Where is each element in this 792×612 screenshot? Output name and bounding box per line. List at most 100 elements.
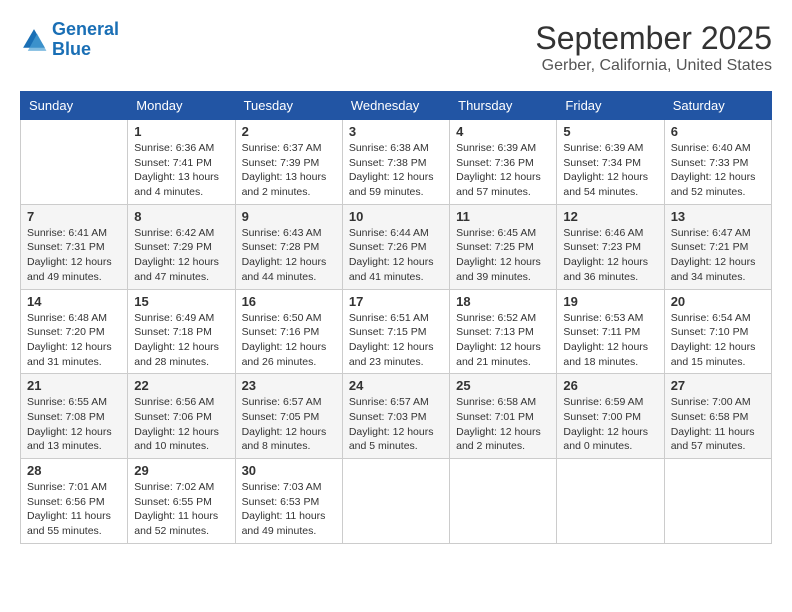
day-number: 3 xyxy=(349,124,443,139)
day-number: 25 xyxy=(456,378,550,393)
weekday-header: Friday xyxy=(557,92,664,120)
calendar-cell: 1 Sunrise: 6:36 AMSunset: 7:41 PMDaylight… xyxy=(128,120,235,205)
day-number: 23 xyxy=(242,378,336,393)
calendar-cell: 19 Sunrise: 6:53 AMSunset: 7:11 PMDayligh… xyxy=(557,289,664,374)
calendar-cell: 2 Sunrise: 6:37 AMSunset: 7:39 PMDaylight… xyxy=(235,120,342,205)
day-number: 30 xyxy=(242,463,336,478)
header-row: SundayMondayTuesdayWednesdayThursdayFrid… xyxy=(21,92,772,120)
day-number: 5 xyxy=(563,124,657,139)
calendar-cell: 23 Sunrise: 6:57 AMSunset: 7:05 PMDayligh… xyxy=(235,374,342,459)
day-number: 4 xyxy=(456,124,550,139)
calendar-cell: 3 Sunrise: 6:38 AMSunset: 7:38 PMDaylight… xyxy=(342,120,449,205)
day-info: Sunrise: 7:01 AMSunset: 6:56 PMDaylight:… xyxy=(27,480,121,539)
calendar-cell: 29Sunrise: 7:02 AMSunset: 6:55 PMDayligh… xyxy=(128,459,235,544)
calendar-cell: 13 Sunrise: 6:47 AMSunset: 7:21 PMDayligh… xyxy=(664,204,771,289)
logo-line1: General xyxy=(52,19,119,39)
calendar-table: SundayMondayTuesdayWednesdayThursdayFrid… xyxy=(20,91,772,544)
day-info: Sunrise: 6:42 AMSunset: 7:29 PMDaylight:… xyxy=(134,226,228,285)
weekday-header: Monday xyxy=(128,92,235,120)
weekday-header: Thursday xyxy=(450,92,557,120)
page-title: September 2025 xyxy=(535,20,772,57)
day-number: 28 xyxy=(27,463,121,478)
weekday-header: Sunday xyxy=(21,92,128,120)
calendar-cell: 24 Sunrise: 6:57 AMSunset: 7:03 PMDayligh… xyxy=(342,374,449,459)
day-number: 19 xyxy=(563,294,657,309)
day-number: 20 xyxy=(671,294,765,309)
page-subtitle: Gerber, California, United States xyxy=(535,57,772,75)
day-number: 29 xyxy=(134,463,228,478)
logo-icon xyxy=(20,26,48,54)
calendar-cell: 18 Sunrise: 6:52 AMSunset: 7:13 PMDayligh… xyxy=(450,289,557,374)
day-number: 8 xyxy=(134,209,228,224)
day-number: 10 xyxy=(349,209,443,224)
calendar-cell: 21Sunrise: 6:55 AMSunset: 7:08 PMDayligh… xyxy=(21,374,128,459)
calendar-cell: 12 Sunrise: 6:46 AMSunset: 7:23 PMDayligh… xyxy=(557,204,664,289)
day-info: Sunrise: 6:51 AMSunset: 7:15 PMDaylight:… xyxy=(349,311,443,370)
calendar-cell: 11Sunrise: 6:45 AMSunset: 7:25 PMDayligh… xyxy=(450,204,557,289)
weekday-header: Saturday xyxy=(664,92,771,120)
day-number: 18 xyxy=(456,294,550,309)
calendar-cell: 30 Sunrise: 7:03 AMSunset: 6:53 PMDayligh… xyxy=(235,459,342,544)
day-info: Sunrise: 7:00 AMSunset: 6:58 PMDaylight:… xyxy=(671,395,765,454)
day-number: 11 xyxy=(456,209,550,224)
day-info: Sunrise: 6:50 AMSunset: 7:16 PMDaylight:… xyxy=(242,311,336,370)
day-info: Sunrise: 6:49 AMSunset: 7:18 PMDaylight:… xyxy=(134,311,228,370)
day-info: Sunrise: 6:53 AMSunset: 7:11 PMDaylight:… xyxy=(563,311,657,370)
calendar-cell xyxy=(450,459,557,544)
day-number: 14 xyxy=(27,294,121,309)
calendar-cell xyxy=(557,459,664,544)
calendar-cell: 20 Sunrise: 6:54 AMSunset: 7:10 PMDayligh… xyxy=(664,289,771,374)
calendar-cell xyxy=(664,459,771,544)
calendar-cell xyxy=(342,459,449,544)
day-info: Sunrise: 6:47 AMSunset: 7:21 PMDaylight:… xyxy=(671,226,765,285)
day-number: 24 xyxy=(349,378,443,393)
calendar-cell: 6 Sunrise: 6:40 AMSunset: 7:33 PMDaylight… xyxy=(664,120,771,205)
logo: General Blue xyxy=(20,20,119,60)
day-number: 22 xyxy=(134,378,228,393)
calendar-cell: 27 Sunrise: 7:00 AMSunset: 6:58 PMDayligh… xyxy=(664,374,771,459)
day-info: Sunrise: 6:46 AMSunset: 7:23 PMDaylight:… xyxy=(563,226,657,285)
calendar-cell: 5Sunrise: 6:39 AMSunset: 7:34 PMDaylight… xyxy=(557,120,664,205)
day-info: Sunrise: 6:40 AMSunset: 7:33 PMDaylight:… xyxy=(671,141,765,200)
day-info: Sunrise: 7:03 AMSunset: 6:53 PMDaylight:… xyxy=(242,480,336,539)
calendar-cell: 10Sunrise: 6:44 AMSunset: 7:26 PMDayligh… xyxy=(342,204,449,289)
day-info: Sunrise: 6:37 AMSunset: 7:39 PMDaylight:… xyxy=(242,141,336,200)
day-number: 12 xyxy=(563,209,657,224)
day-info: Sunrise: 6:39 AMSunset: 7:36 PMDaylight:… xyxy=(456,141,550,200)
day-number: 21 xyxy=(27,378,121,393)
day-number: 7 xyxy=(27,209,121,224)
calendar-cell: 9Sunrise: 6:43 AMSunset: 7:28 PMDaylight… xyxy=(235,204,342,289)
day-info: Sunrise: 6:48 AMSunset: 7:20 PMDaylight:… xyxy=(27,311,121,370)
day-info: Sunrise: 6:59 AMSunset: 7:00 PMDaylight:… xyxy=(563,395,657,454)
day-number: 13 xyxy=(671,209,765,224)
title-block: September 2025 Gerber, California, Unite… xyxy=(535,20,772,75)
day-number: 16 xyxy=(242,294,336,309)
calendar-cell: 17Sunrise: 6:51 AMSunset: 7:15 PMDayligh… xyxy=(342,289,449,374)
calendar-week-row: 21Sunrise: 6:55 AMSunset: 7:08 PMDayligh… xyxy=(21,374,772,459)
day-number: 6 xyxy=(671,124,765,139)
day-info: Sunrise: 6:41 AMSunset: 7:31 PMDaylight:… xyxy=(27,226,121,285)
day-number: 2 xyxy=(242,124,336,139)
day-info: Sunrise: 6:57 AMSunset: 7:05 PMDaylight:… xyxy=(242,395,336,454)
day-number: 1 xyxy=(134,124,228,139)
calendar-cell: 7 Sunrise: 6:41 AMSunset: 7:31 PMDaylight… xyxy=(21,204,128,289)
logo-line2: Blue xyxy=(52,39,91,59)
weekday-header: Wednesday xyxy=(342,92,449,120)
day-number: 27 xyxy=(671,378,765,393)
day-number: 26 xyxy=(563,378,657,393)
page-header: General Blue September 2025 Gerber, Cali… xyxy=(20,20,772,75)
calendar-cell: 16 Sunrise: 6:50 AMSunset: 7:16 PMDayligh… xyxy=(235,289,342,374)
day-info: Sunrise: 6:43 AMSunset: 7:28 PMDaylight:… xyxy=(242,226,336,285)
logo-text: General Blue xyxy=(52,20,119,60)
day-info: Sunrise: 6:52 AMSunset: 7:13 PMDaylight:… xyxy=(456,311,550,370)
day-info: Sunrise: 6:54 AMSunset: 7:10 PMDaylight:… xyxy=(671,311,765,370)
day-info: Sunrise: 6:58 AMSunset: 7:01 PMDaylight:… xyxy=(456,395,550,454)
day-info: Sunrise: 6:38 AMSunset: 7:38 PMDaylight:… xyxy=(349,141,443,200)
calendar-cell: 26 Sunrise: 6:59 AMSunset: 7:00 PMDayligh… xyxy=(557,374,664,459)
calendar-cell: 28 Sunrise: 7:01 AMSunset: 6:56 PMDayligh… xyxy=(21,459,128,544)
calendar-week-row: 1 Sunrise: 6:36 AMSunset: 7:41 PMDaylight… xyxy=(21,120,772,205)
calendar-cell: 4 Sunrise: 6:39 AMSunset: 7:36 PMDaylight… xyxy=(450,120,557,205)
day-info: Sunrise: 6:57 AMSunset: 7:03 PMDaylight:… xyxy=(349,395,443,454)
day-info: Sunrise: 6:36 AMSunset: 7:41 PMDaylight:… xyxy=(134,141,228,200)
calendar-week-row: 28 Sunrise: 7:01 AMSunset: 6:56 PMDayligh… xyxy=(21,459,772,544)
